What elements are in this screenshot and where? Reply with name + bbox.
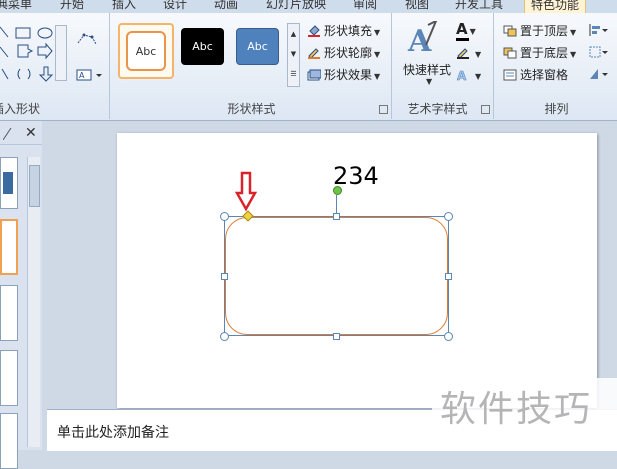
ribbon: A 插入形状 Abc Abc Abc ▲▼☰ 形状填充▼ 形状轮廓▼ 形状效果▼…: [0, 13, 617, 121]
watermark-text: 软件技巧: [440, 389, 593, 430]
slide-thumbnail-5[interactable]: [0, 413, 18, 469]
shape-style-preset-3[interactable]: Abc: [236, 28, 279, 65]
text-outline-button[interactable]: ▼: [456, 46, 481, 60]
chevron-down-icon: ▼: [570, 50, 577, 59]
svg-text:A: A: [79, 71, 85, 80]
bring-to-front-label: 置于顶层: [520, 24, 569, 38]
close-icon[interactable]: ✕: [25, 125, 37, 141]
quick-styles-label: 快速样式: [403, 63, 452, 77]
bring-to-front-button[interactable]: 置于顶层 ▼: [503, 22, 576, 39]
edit-points-icon[interactable]: [76, 33, 97, 47]
notes-placeholder: 单击此处添加备注: [57, 425, 169, 441]
shape-style-gallery-scroll[interactable]: ▲ ▼ ☰: [287, 23, 300, 87]
shape-fill-label: 形状填充: [324, 24, 373, 38]
slide-thumbnail-1[interactable]: [0, 157, 18, 209]
slide[interactable]: 234: [117, 133, 597, 408]
shape-outline-button[interactable]: 形状轮廓 ▼: [307, 44, 380, 61]
shape-gallery-scroll[interactable]: [55, 25, 67, 81]
send-back-icon: [503, 47, 517, 59]
resize-handle-bottom-left[interactable]: [220, 332, 229, 341]
tab-home[interactable]: 开始: [60, 0, 84, 12]
group-arrange-label: 排列: [544, 102, 569, 116]
resize-handle-top-left[interactable]: [220, 212, 229, 221]
rotate-icon[interactable]: [588, 67, 608, 81]
resize-handle-right[interactable]: [445, 273, 452, 280]
align-icon[interactable]: [588, 23, 608, 37]
chevron-down-icon: ▼: [570, 28, 577, 37]
pencil-icon: [456, 47, 470, 59]
group-shape-styles: Abc Abc Abc ▲ ▼ ☰ 形状填充 ▼ 形状轮廓 ▼ 形状效果 ▼ 形状样式: [112, 13, 392, 119]
text-box-icon[interactable]: A: [76, 68, 102, 82]
group-arrange: 置于顶层 ▼ 置于底层 ▼ 选择窗格 排列: [496, 13, 617, 119]
resize-handle-left[interactable]: [221, 273, 228, 280]
paint-bucket-icon: [307, 25, 321, 37]
dialog-launcher-icon[interactable]: [481, 105, 490, 114]
chevron-down-icon: ▼: [475, 50, 482, 59]
tab-slideshow[interactable]: 幻灯片放映: [266, 0, 326, 12]
tab-classic-menu[interactable]: 典菜单: [0, 0, 32, 12]
resize-handle-bottom-right[interactable]: [444, 332, 453, 341]
shape-outline-label: 形状轮廓: [324, 46, 373, 60]
pane-tab-strip: ✕: [0, 125, 42, 145]
red-down-arrow-icon: [235, 171, 257, 212]
bring-front-icon: [503, 25, 517, 37]
chevron-down-icon: ▼: [374, 28, 381, 37]
shape-style-preset-1-label: Abc: [126, 31, 166, 71]
quick-styles-button[interactable]: 快速样式: [403, 61, 451, 78]
dialog-launcher-icon[interactable]: [379, 105, 388, 114]
tab-view[interactable]: 视图: [405, 0, 429, 12]
slide-thumbnail-4[interactable]: [0, 350, 18, 406]
rotation-handle-stem: [336, 195, 337, 213]
slide-thumbnail-pane: ✕: [0, 121, 42, 469]
group-insert-shapes-label: 插入形状: [0, 102, 41, 116]
selection-pane-button[interactable]: 选择窗格: [503, 66, 568, 83]
shape-style-preset-2[interactable]: Abc: [181, 28, 224, 65]
group-objects-icon[interactable]: [588, 45, 608, 59]
chevron-down-icon: ▼: [374, 72, 381, 81]
quick-styles-icon[interactable]: A: [404, 18, 440, 59]
shape-style-preset-1[interactable]: Abc: [118, 23, 174, 79]
shape-style-preset-3-label: Abc: [247, 40, 268, 53]
send-to-back-label: 置于底层: [520, 46, 569, 60]
text-effects-button[interactable]: A ▼: [456, 68, 482, 84]
rounded-rectangle-shape[interactable]: [225, 217, 448, 335]
resize-handle-top-right[interactable]: [444, 212, 453, 221]
slide-thumbnail-3[interactable]: [0, 285, 18, 341]
chevron-down-icon[interactable]: ▼: [426, 77, 432, 86]
resize-handle-bottom[interactable]: [333, 333, 340, 340]
resize-handle-top[interactable]: [333, 213, 340, 220]
slide-thumbnail-2[interactable]: [0, 219, 18, 275]
shape-style-preset-2-label: Abc: [192, 40, 213, 53]
text-effects-icon: A: [456, 69, 470, 84]
outline-tab-icon[interactable]: [2, 127, 13, 141]
chevron-down-icon: ▼: [475, 72, 482, 81]
shape-effects-button[interactable]: 形状效果 ▼: [307, 66, 380, 83]
text-fill-glyph: A: [456, 20, 468, 38]
pencil-icon: [307, 47, 321, 59]
group-wordart-styles: A 快速样式 ▼ A ▼ ▼ A ▼ 艺术字样式: [394, 13, 494, 119]
shape-effects-label: 形状效果: [324, 68, 373, 82]
thumbnail-scrollbar[interactable]: [27, 157, 40, 447]
tab-animation[interactable]: 动画: [214, 0, 238, 12]
tab-special-features[interactable]: 特色功能: [524, 0, 587, 13]
send-to-back-button[interactable]: 置于底层 ▼: [503, 44, 576, 61]
rotation-handle[interactable]: [333, 186, 342, 195]
selection-pane-label: 选择窗格: [520, 68, 569, 82]
tab-developer[interactable]: 开发工具: [455, 0, 503, 12]
chevron-down-icon: ▼: [469, 27, 476, 36]
tab-design[interactable]: 设计: [163, 0, 187, 12]
ribbon-tab-bar: 典菜单 开始 插入 设计 动画 幻灯片放映 审阅 视图 开发工具 特色功能: [0, 0, 617, 13]
svg-text:A: A: [457, 69, 467, 81]
group-shape-styles-label: 形状样式: [227, 102, 276, 116]
chevron-down-icon: ▼: [374, 50, 381, 59]
selection-pane-icon: [503, 69, 517, 81]
group-wordart-styles-label: 艺术字样式: [407, 102, 468, 116]
text-fill-button[interactable]: A ▼: [456, 20, 476, 41]
tab-review[interactable]: 审阅: [353, 0, 377, 12]
shape-fill-button[interactable]: 形状填充 ▼: [307, 22, 380, 39]
tab-insert[interactable]: 插入: [112, 0, 136, 12]
scrollbar-thumb[interactable]: [29, 165, 40, 207]
group-insert-shapes: A 插入形状: [0, 13, 110, 119]
shape-effects-icon: [307, 69, 322, 81]
